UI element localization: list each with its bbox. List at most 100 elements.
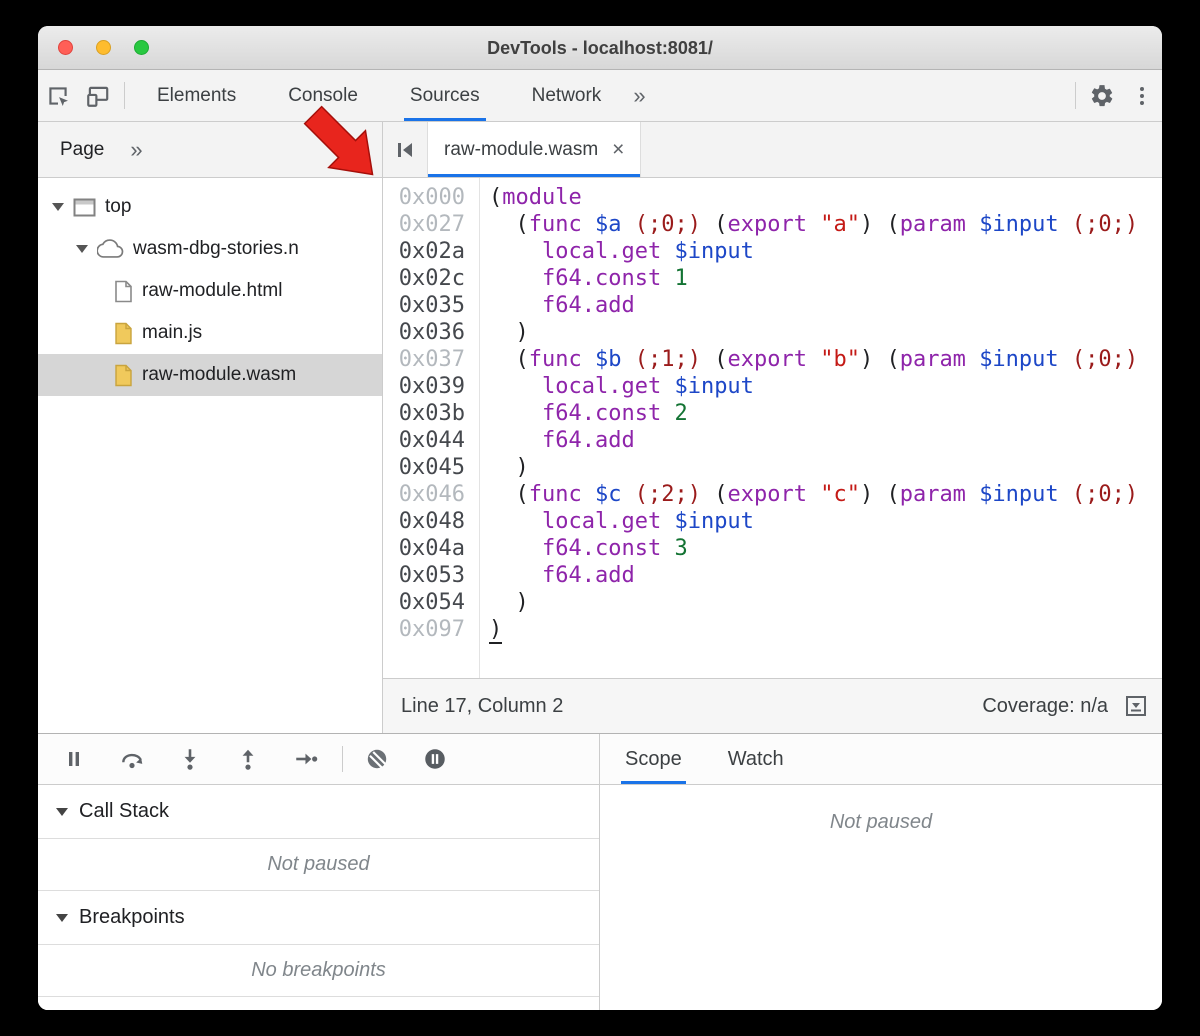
- window-title: DevTools - localhost:8081/: [38, 26, 1162, 70]
- gutter-line-number[interactable]: 0x02a: [383, 238, 465, 265]
- gutter-line-number[interactable]: 0x039: [383, 373, 465, 400]
- gutter-line-number[interactable]: 0x035: [383, 292, 465, 319]
- navigator-pane: Page » top: [38, 122, 383, 733]
- deactivate-breakpoints-icon[interactable]: [355, 739, 399, 779]
- zoom-window-button[interactable]: [134, 40, 149, 55]
- title-bar: DevTools - localhost:8081/: [38, 26, 1162, 70]
- tree-item-raw-module-html[interactable]: raw-module.html: [38, 270, 382, 312]
- collapse-arrow-icon: [56, 808, 68, 816]
- three-dots-icon: [1140, 87, 1144, 105]
- call-stack-section-header[interactable]: Call Stack: [38, 785, 599, 839]
- step-into-icon[interactable]: [168, 739, 212, 779]
- editor-tab-bar: raw-module.wasm ×: [383, 122, 1162, 178]
- gutter-line-number[interactable]: 0x054: [383, 589, 465, 616]
- editor-pane: raw-module.wasm × 0x0000x0270x02a0x02c0x…: [383, 122, 1162, 733]
- gutter: 0x0000x0270x02a0x02c0x0350x0360x0370x039…: [383, 178, 480, 678]
- xhr-breakpoints-section-header[interactable]: XHR/fetch Breakpoints: [38, 997, 599, 1010]
- code-line[interactable]: f64.add: [489, 427, 1162, 454]
- main-menu-icon[interactable]: [1122, 70, 1162, 121]
- close-tab-icon[interactable]: ×: [612, 138, 624, 162]
- more-navigator-tabs-icon[interactable]: »: [124, 137, 148, 163]
- gutter-line-number[interactable]: 0x036: [383, 319, 465, 346]
- pause-script-icon[interactable]: [52, 739, 96, 779]
- gutter-line-number[interactable]: 0x02c: [383, 265, 465, 292]
- traffic-lights: [58, 40, 149, 55]
- code-line[interactable]: local.get $input: [489, 238, 1162, 265]
- toolbar-separator: [124, 82, 125, 109]
- editor-tab-raw-module-wasm[interactable]: raw-module.wasm ×: [427, 122, 641, 177]
- expand-arrow-icon[interactable]: [52, 203, 64, 211]
- code-line[interactable]: ): [489, 319, 1162, 346]
- code-line[interactable]: f64.const 3: [489, 535, 1162, 562]
- tab-scope[interactable]: Scope: [625, 734, 682, 784]
- inspect-element-icon[interactable]: [38, 70, 78, 121]
- code-line[interactable]: f64.add: [489, 292, 1162, 319]
- tree-item-main-js[interactable]: main.js: [38, 312, 382, 354]
- gutter-line-number[interactable]: 0x046: [383, 481, 465, 508]
- expand-arrow-icon[interactable]: [76, 245, 88, 253]
- gutter-line-number[interactable]: 0x045: [383, 454, 465, 481]
- code-line[interactable]: (module: [489, 184, 1162, 211]
- tree-item-label: wasm-dbg-stories.n: [133, 238, 299, 260]
- tree-item-label: raw-module.wasm: [142, 364, 296, 386]
- tab-watch[interactable]: Watch: [728, 734, 784, 784]
- tree-item-raw-module-wasm[interactable]: raw-module.wasm: [38, 354, 382, 396]
- code-line[interactable]: (func $a (;0;) (export "a") (param $inpu…: [489, 211, 1162, 238]
- code-line[interactable]: local.get $input: [489, 508, 1162, 535]
- code-line[interactable]: (func $c (;2;) (export "c") (param $inpu…: [489, 481, 1162, 508]
- gutter-line-number[interactable]: 0x03b: [383, 400, 465, 427]
- scope-watch-pane: Scope Watch Not paused: [600, 734, 1162, 1010]
- code-line[interactable]: local.get $input: [489, 373, 1162, 400]
- gutter-line-number[interactable]: 0x037: [383, 346, 465, 373]
- tab-sources[interactable]: Sources: [404, 70, 486, 121]
- tree-item-label: raw-module.html: [142, 280, 282, 302]
- scope-watch-tabbar: Scope Watch: [600, 734, 1162, 785]
- code-line[interactable]: ): [489, 589, 1162, 616]
- debugger-toolbar: [38, 734, 599, 785]
- gutter-line-number[interactable]: 0x027: [383, 211, 465, 238]
- expand-panel-icon[interactable]: [1124, 694, 1148, 718]
- gutter-line-number[interactable]: 0x048: [383, 508, 465, 535]
- tab-elements[interactable]: Elements: [151, 70, 242, 121]
- step-out-icon[interactable]: [226, 739, 270, 779]
- code-line[interactable]: (func $b (;1;) (export "b") (param $inpu…: [489, 346, 1162, 373]
- breakpoints-section-header[interactable]: Breakpoints: [38, 891, 599, 945]
- more-tabs-icon[interactable]: »: [627, 70, 651, 121]
- gutter-line-number[interactable]: 0x097: [383, 616, 465, 643]
- code-line[interactable]: f64.const 1: [489, 265, 1162, 292]
- devtools-window: DevTools - localhost:8081/ Elements Cons…: [38, 26, 1162, 1010]
- script-file-icon: [114, 322, 133, 345]
- code-line[interactable]: f64.add: [489, 562, 1162, 589]
- tree-item-origin[interactable]: wasm-dbg-stories.n: [38, 228, 382, 270]
- tab-console[interactable]: Console: [282, 70, 364, 121]
- settings-gear-icon[interactable]: [1082, 70, 1122, 121]
- gutter-line-number[interactable]: 0x053: [383, 562, 465, 589]
- tree-item-label: main.js: [142, 322, 202, 344]
- code-line[interactable]: ): [489, 454, 1162, 481]
- close-window-button[interactable]: [58, 40, 73, 55]
- device-toolbar-icon[interactable]: [78, 70, 118, 121]
- step-icon[interactable]: [284, 739, 328, 779]
- main-toolbar: Elements Console Sources Network »: [38, 70, 1162, 122]
- code-line[interactable]: ): [489, 616, 1162, 643]
- code-lines[interactable]: (module (func $a (;0;) (export "a") (par…: [480, 178, 1162, 678]
- pause-on-exceptions-icon[interactable]: [413, 739, 457, 779]
- hide-navigator-icon[interactable]: [383, 122, 427, 177]
- gutter-line-number[interactable]: 0x044: [383, 427, 465, 454]
- debugger-sidebar: Call Stack Not paused Breakpoints No bre…: [38, 734, 600, 1010]
- gutter-line-number[interactable]: 0x04a: [383, 535, 465, 562]
- navigator-menu-icon[interactable]: [360, 141, 364, 159]
- tab-page[interactable]: Page: [60, 139, 104, 161]
- code-line[interactable]: f64.const 2: [489, 400, 1162, 427]
- step-over-icon[interactable]: [110, 739, 154, 779]
- breakpoints-message: No breakpoints: [38, 945, 599, 997]
- call-stack-message: Not paused: [38, 839, 599, 891]
- section-title: Call Stack: [79, 800, 169, 823]
- minimize-window-button[interactable]: [96, 40, 111, 55]
- script-file-icon: [114, 364, 133, 387]
- editor-status-bar: Line 17, Column 2 Coverage: n/a: [383, 678, 1162, 733]
- tree-item-top[interactable]: top: [38, 186, 382, 228]
- html-file-icon: [114, 280, 133, 303]
- gutter-line-number[interactable]: 0x000: [383, 184, 465, 211]
- tab-network[interactable]: Network: [526, 70, 608, 121]
